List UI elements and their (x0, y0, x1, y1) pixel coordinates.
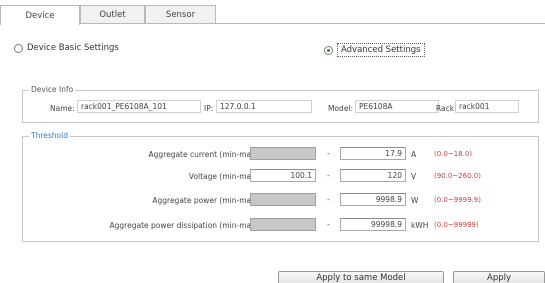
aggregate-power-min-field[interactable] (250, 193, 316, 206)
tab-outlet[interactable]: Outlet (80, 5, 145, 24)
device-basic-settings-radio[interactable]: Device Basic Settings (14, 43, 119, 53)
aggregate-current-unit: A (411, 150, 417, 159)
aggregate-current-max-field[interactable]: 17.9 (340, 147, 406, 160)
aggregate-current-min-field[interactable] (250, 147, 316, 160)
range-separator: - (327, 171, 330, 180)
ip-label: IP: (204, 104, 214, 113)
name-label: Name: (50, 104, 75, 113)
aggregate-power-max-field[interactable]: 9998.9 (340, 193, 406, 206)
device-basic-settings-label: Device Basic Settings (27, 43, 119, 53)
tab-divider (0, 23, 545, 24)
aggregate-power-range: (0.0~9999.9) (434, 196, 481, 204)
tab-bar: Device Outlet Sensor (0, 0, 545, 25)
radio-checked-icon[interactable] (324, 45, 333, 55)
apply-to-same-model-button[interactable]: Apply to same Model (278, 271, 444, 283)
aggregate-power-dissipation-label: Aggregate power dissipation (min-max): (109, 221, 261, 230)
aggregate-current-range: (0.0~18.0) (434, 150, 473, 158)
apply-button[interactable]: Apply (453, 271, 545, 283)
advanced-settings-label: Advanced Settings (337, 43, 425, 57)
advanced-settings-radio[interactable]: Advanced Settings (324, 43, 425, 57)
voltage-unit: V (411, 172, 417, 181)
device-info-title: Device Info (29, 85, 76, 94)
threshold-panel: Threshold Aggregate current (min-max): -… (22, 131, 539, 242)
range-separator: - (327, 149, 330, 158)
rack-field[interactable]: rack001 (455, 100, 519, 113)
range-separator: - (327, 195, 330, 204)
rack-label: Rack: (436, 104, 457, 113)
aggregate-power-unit: W (411, 196, 419, 205)
name-field[interactable]: rack001_PE6108A_101 (77, 100, 201, 113)
ip-field[interactable]: 127.0.0.1 (216, 100, 312, 113)
aggregate-power-dissipation-unit: kWH (411, 221, 429, 230)
device-info-panel: Device Info Name: rack001_PE6108A_101 IP… (22, 85, 539, 123)
tab-device[interactable]: Device (0, 5, 80, 25)
radio-unchecked-icon[interactable] (14, 43, 23, 53)
model-label: Model: (328, 104, 354, 113)
voltage-range: (90.0~260.0) (434, 172, 481, 180)
aggregate-power-dissipation-min-field[interactable] (250, 218, 316, 231)
tab-sensor[interactable]: Sensor (145, 5, 216, 24)
aggregate-power-label: Aggregate power (min-max): (152, 196, 261, 205)
aggregate-power-dissipation-range: (0.0~99999) (434, 221, 479, 229)
voltage-min-field[interactable]: 100.1 (250, 169, 316, 182)
model-field[interactable]: PE6108A (355, 100, 439, 113)
aggregate-power-dissipation-max-field[interactable]: 99998.9 (340, 218, 406, 231)
range-separator: - (327, 220, 330, 229)
voltage-max-field[interactable]: 120 (340, 169, 406, 182)
threshold-title: Threshold (29, 131, 70, 140)
aggregate-current-label: Aggregate current (min-max): (148, 150, 262, 159)
